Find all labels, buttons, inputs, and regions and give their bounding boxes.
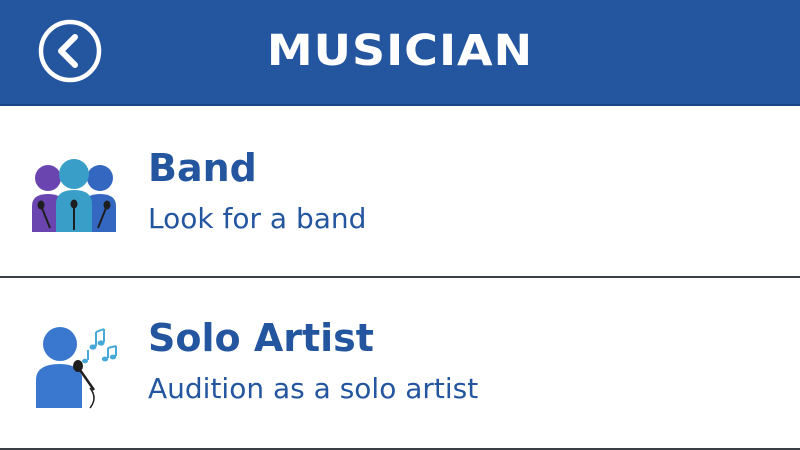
- option-band-title: Band: [148, 146, 257, 190]
- page-title: MUSICIAN: [266, 25, 534, 76]
- option-solo-artist-title: Solo Artist: [148, 316, 374, 360]
- top-bar: MUSICIAN: [0, 0, 800, 106]
- band-members-icon: [28, 150, 120, 242]
- solo-singer-icon: [28, 318, 120, 410]
- option-band[interactable]: Band Look for a band: [0, 108, 800, 278]
- option-solo-artist[interactable]: Solo Artist Audition as a solo artist: [0, 280, 800, 450]
- option-solo-artist-subtitle: Audition as a solo artist: [148, 372, 479, 405]
- option-band-subtitle: Look for a band: [148, 202, 367, 235]
